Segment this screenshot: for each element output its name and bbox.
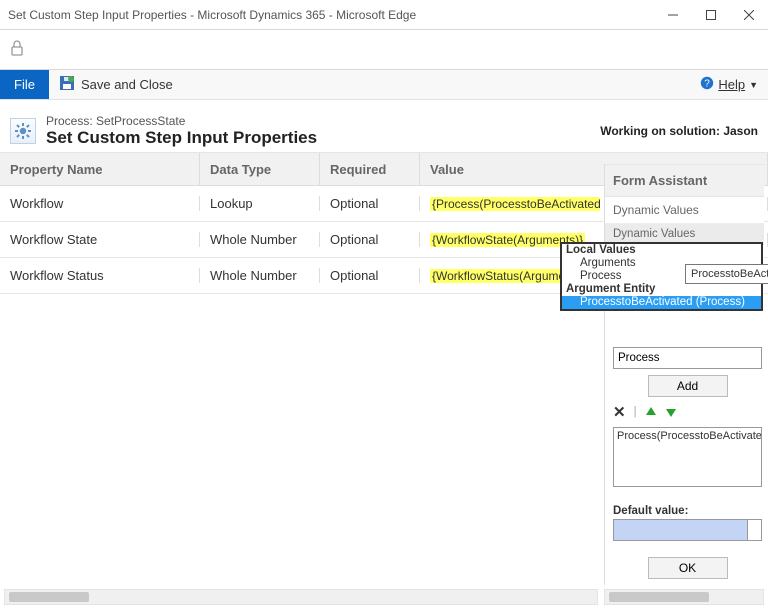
col-header-name[interactable]: Property Name — [0, 153, 200, 185]
move-down-button[interactable] — [665, 406, 677, 418]
cell-type: Whole Number — [200, 268, 320, 283]
lock-icon — [10, 40, 24, 59]
save-and-close-button[interactable]: Save and Close — [49, 70, 183, 99]
value-expression: {Process(ProcesstoBeActivated ( — [430, 197, 600, 211]
ok-button[interactable]: OK — [648, 557, 728, 579]
working-solution-label: Working on solution: Jason — [600, 124, 758, 138]
chevron-down-icon: ▼ — [749, 80, 758, 90]
form-assistant-panel: Form Assistant Dynamic Values Dynamic Va… — [604, 164, 764, 585]
save-icon — [59, 75, 75, 94]
window-close-button[interactable] — [730, 0, 768, 30]
separator-icon: | — [634, 406, 637, 418]
add-button[interactable]: Add — [648, 375, 728, 397]
cell-name: Workflow Status — [0, 268, 200, 283]
file-tab-label: File — [14, 77, 35, 92]
window-titlebar: Set Custom Step Input Properties - Micro… — [0, 0, 768, 30]
save-and-close-label: Save and Close — [81, 77, 173, 92]
move-up-button[interactable] — [645, 406, 657, 418]
page-title: Set Custom Step Input Properties — [46, 128, 590, 148]
remove-expression-button[interactable]: ✕ — [613, 403, 626, 421]
expression-item[interactable]: Process(ProcesstoBeActivated (Process)) — [617, 430, 762, 442]
lock-bar — [0, 30, 768, 70]
help-label: Help — [718, 77, 745, 92]
tree-item-processtobeactivated[interactable]: ProcesstoBeActivated (Process) — [562, 296, 761, 309]
cell-type: Whole Number — [200, 232, 320, 247]
default-value-edit-button[interactable] — [747, 520, 761, 540]
tree-group-argument-entity: Argument Entity — [562, 283, 761, 296]
process-icon — [10, 118, 36, 144]
ribbon: File Save and Close ? Help ▼ — [0, 70, 768, 100]
cell-required: Optional — [320, 232, 420, 247]
default-value-input[interactable] — [613, 519, 762, 541]
breadcrumb: Process: SetProcessState — [46, 114, 590, 128]
window-title: Set Custom Step Input Properties - Micro… — [8, 8, 654, 22]
window-maximize-button[interactable] — [692, 0, 730, 30]
dynamic-values-tab[interactable]: Dynamic Values — [605, 197, 764, 224]
horizontal-scrollbars — [4, 589, 764, 605]
col-header-required[interactable]: Required — [320, 153, 420, 185]
help-icon: ? — [700, 76, 714, 93]
operator-select[interactable] — [613, 347, 762, 369]
default-value-label: Default value: — [613, 505, 762, 517]
main-hscrollbar[interactable] — [4, 589, 598, 605]
expression-listbox[interactable]: Process(ProcesstoBeActivated (Process)) — [613, 427, 762, 487]
cell-required: Optional — [320, 268, 420, 283]
svg-text:?: ? — [705, 79, 711, 90]
cell-required: Optional — [320, 196, 420, 211]
help-menu[interactable]: ? Help ▼ — [690, 70, 768, 99]
form-assistant-header: Form Assistant — [605, 164, 764, 197]
process-header: Process: SetProcessState Set Custom Step… — [0, 100, 768, 152]
tooltip: ProcesstoBeActivated (P — [685, 264, 768, 284]
col-header-type[interactable]: Data Type — [200, 153, 320, 185]
assistant-hscrollbar[interactable] — [604, 589, 764, 605]
window-minimize-button[interactable] — [654, 0, 692, 30]
cell-name: Workflow State — [0, 232, 200, 247]
tree-group-local-values: Local Values — [562, 244, 761, 257]
file-tab[interactable]: File — [0, 70, 49, 99]
cell-name: Workflow — [0, 196, 200, 211]
cell-type: Lookup — [200, 196, 320, 211]
